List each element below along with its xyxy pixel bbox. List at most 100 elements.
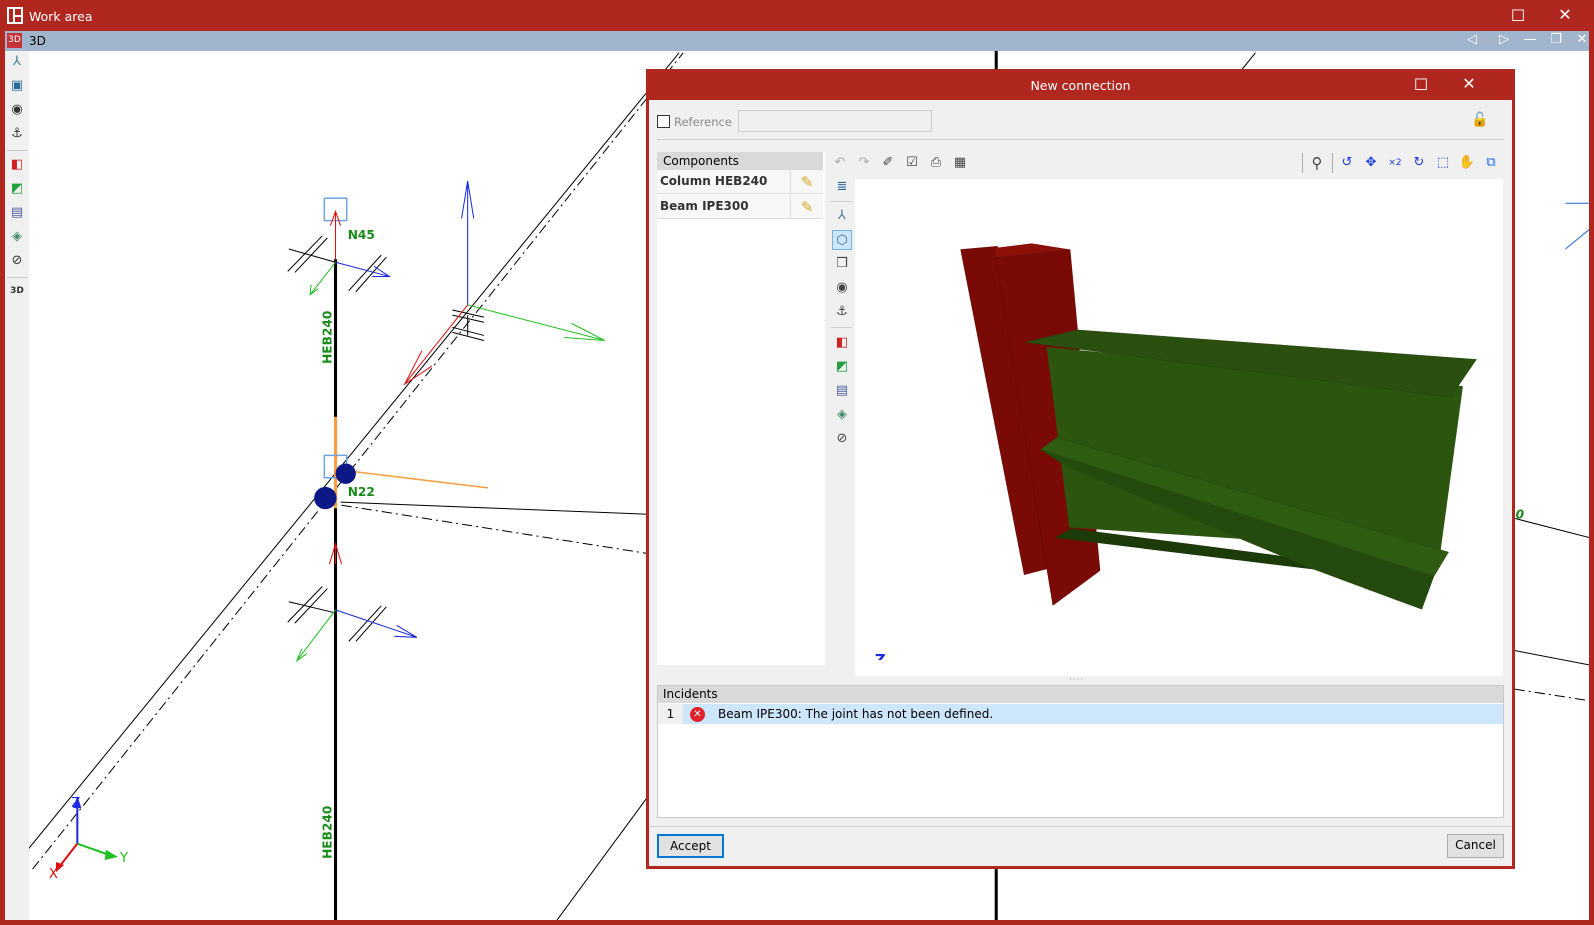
left-toolbar: ⅄ ▣ ◉ ⚓ ◧ ◩ ▤ ◈ ⊘ 3D bbox=[5, 51, 29, 920]
reference-checkbox[interactable] bbox=[657, 115, 670, 128]
section-red-icon[interactable]: ◧ bbox=[8, 156, 26, 174]
orbit-icon[interactable]: ◉ bbox=[8, 101, 26, 119]
toolbar-separator bbox=[831, 327, 852, 328]
hide-icon[interactable]: ⊘ bbox=[8, 252, 26, 270]
accept-button[interactable]: Accept bbox=[657, 834, 724, 858]
incident-index: 1 bbox=[658, 704, 683, 724]
window-title: Work area bbox=[29, 9, 93, 24]
rotate-axis-icon[interactable]: ⚓ bbox=[8, 125, 26, 143]
line-blue bbox=[1565, 229, 1589, 250]
rotate-axis-icon[interactable]: ⚓ bbox=[832, 302, 852, 322]
cube-view-icon[interactable]: ▣ bbox=[8, 77, 26, 95]
report-icon[interactable]: ▦ bbox=[950, 153, 970, 173]
axis-arrow-x bbox=[329, 209, 342, 260]
previous-icon[interactable]: ◁ bbox=[1461, 32, 1483, 47]
zoom-window-icon[interactable]: ⬚ bbox=[1433, 153, 1453, 173]
unlock-icon[interactable]: 🔓 bbox=[1471, 112, 1488, 128]
node-label-n22: N22 bbox=[348, 485, 375, 499]
cancel-button[interactable]: Cancel bbox=[1447, 834, 1504, 858]
model-axis-label-z: Z bbox=[875, 652, 886, 660]
checklist-icon[interactable]: ☑ bbox=[902, 153, 922, 173]
undo-icon[interactable]: ↶ bbox=[830, 153, 850, 173]
incident-message: Beam IPE300: The joint has not been defi… bbox=[718, 707, 994, 721]
3d-settings-icon[interactable]: 3D bbox=[8, 282, 26, 300]
redraw-icon[interactable]: ↻ bbox=[1409, 153, 1429, 173]
axis-head-y bbox=[104, 849, 118, 860]
section-green-icon[interactable]: ◩ bbox=[8, 180, 26, 198]
connection-model: Z Y X bbox=[875, 243, 1477, 660]
incidents-header: Incidents bbox=[658, 686, 1503, 703]
orbit-icon[interactable]: ◉ bbox=[832, 278, 852, 298]
beam-line bbox=[556, 792, 652, 920]
section-red-icon[interactable]: ◧ bbox=[832, 333, 852, 353]
component-row[interactable]: Beam IPE300 ✎ bbox=[657, 195, 823, 219]
wand-icon[interactable]: ✐ bbox=[878, 153, 898, 173]
section-dashed-icon[interactable]: ▤ bbox=[8, 204, 26, 222]
axis-label-x: X bbox=[49, 867, 58, 882]
minimize-icon[interactable]: — bbox=[1519, 32, 1541, 47]
layers-icon[interactable]: ≣ bbox=[832, 177, 852, 197]
axis-label-z: Z bbox=[71, 796, 80, 811]
window-title-bar: Work area ☐ ✕ bbox=[0, 0, 1594, 31]
incident-row[interactable]: 1 ✕ Beam IPE300: The joint has not been … bbox=[658, 704, 1503, 724]
error-icon: ✕ bbox=[690, 707, 705, 722]
tab-3d[interactable]: 3D bbox=[29, 34, 46, 48]
axis-arrow-x bbox=[403, 304, 469, 386]
components-header: Components bbox=[657, 152, 823, 170]
axes-icon[interactable]: ⅄ bbox=[8, 53, 26, 71]
reference-label: Reference bbox=[674, 115, 732, 129]
divider bbox=[649, 826, 1512, 827]
axis-arrow-y bbox=[467, 304, 606, 342]
solid-view-icon[interactable]: ⬡ bbox=[832, 230, 852, 250]
incidents-panel: Incidents 1 ✕ Beam IPE300: The joint has… bbox=[657, 685, 1504, 818]
axis-arrow-x bbox=[328, 542, 343, 565]
axis-arrow-y bbox=[309, 261, 336, 296]
hide-icon[interactable]: ⊘ bbox=[832, 429, 852, 449]
close-icon[interactable]: ✕ bbox=[1454, 74, 1484, 93]
component-label: Beam IPE300 bbox=[660, 199, 749, 213]
view-icon: 3D bbox=[7, 33, 22, 48]
dialog-body: Reference 🔓 Components Column HEB240 ✎ B… bbox=[649, 100, 1512, 866]
layers-3d-icon[interactable]: ◈ bbox=[832, 405, 852, 425]
close-icon[interactable]: ✕ bbox=[1571, 32, 1593, 47]
zoom-x2-icon[interactable]: ×2 bbox=[1385, 153, 1405, 173]
node-marker bbox=[314, 486, 337, 510]
zoom-previous-icon[interactable]: ↺ bbox=[1337, 153, 1357, 173]
edit-pencil-icon[interactable]: ✎ bbox=[790, 195, 823, 219]
column-label: HEB240 bbox=[320, 806, 334, 859]
maximize-icon[interactable]: ☐ bbox=[1406, 75, 1436, 94]
zoom-icon[interactable]: ⚲ bbox=[1307, 153, 1327, 173]
node-n22-marker bbox=[335, 463, 356, 484]
component-label: Column HEB240 bbox=[660, 174, 768, 188]
layers-3d-icon[interactable]: ◈ bbox=[8, 228, 26, 246]
axis-arrow-z bbox=[335, 609, 418, 638]
next-icon[interactable]: ▷ bbox=[1493, 32, 1515, 47]
window-icon[interactable]: ⧉ bbox=[1481, 153, 1501, 173]
splitter-handle[interactable]: ···· bbox=[1069, 675, 1084, 685]
section-dashed-icon[interactable]: ▤ bbox=[832, 381, 852, 401]
axes-icon[interactable]: ⅄ bbox=[832, 206, 852, 226]
view-tab-bar: 3D 3D ◁ ▷ — ❐ ✕ bbox=[5, 31, 1589, 51]
divider bbox=[657, 139, 1504, 140]
close-icon[interactable]: ✕ bbox=[1550, 5, 1580, 24]
reference-input[interactable] bbox=[738, 110, 932, 132]
partial-label: 0 bbox=[1516, 507, 1525, 521]
restore-icon[interactable]: ❐ bbox=[1545, 32, 1567, 47]
beam-line bbox=[1241, 52, 1256, 70]
cube-orbit-icon[interactable]: ❒ bbox=[832, 254, 852, 274]
components-panel: Components Column HEB240 ✎ Beam IPE300 ✎ bbox=[657, 152, 825, 665]
dialog-title: New connection bbox=[1030, 78, 1131, 93]
maximize-icon[interactable]: ☐ bbox=[1503, 6, 1533, 25]
axis-arrow-z bbox=[335, 261, 392, 277]
print-icon[interactable]: ⎙ bbox=[926, 153, 946, 173]
column-label: HEB240 bbox=[320, 311, 334, 364]
component-row[interactable]: Column HEB240 ✎ bbox=[657, 170, 823, 194]
zoom-all-icon[interactable]: ✥ bbox=[1361, 153, 1381, 173]
redo-icon[interactable]: ↷ bbox=[854, 153, 874, 173]
node-label-n45: N45 bbox=[348, 228, 375, 242]
edit-pencil-icon[interactable]: ✎ bbox=[790, 170, 823, 194]
toolbar-separator bbox=[1302, 153, 1303, 173]
section-green-icon[interactable]: ◩ bbox=[832, 357, 852, 377]
pan-icon[interactable]: ✋ bbox=[1457, 153, 1477, 173]
connection-3d-view[interactable]: Z Y X bbox=[855, 179, 1503, 676]
